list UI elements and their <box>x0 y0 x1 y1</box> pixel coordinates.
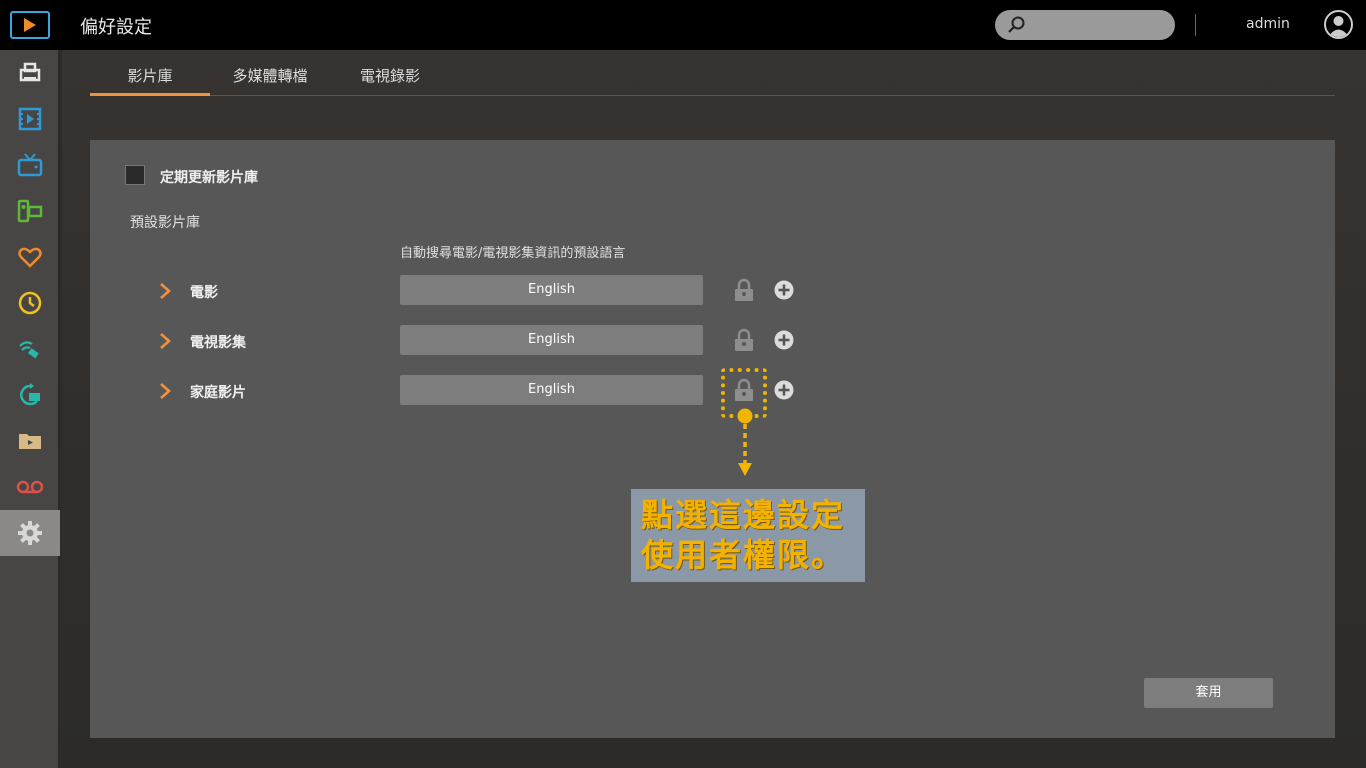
header-divider <box>1195 14 1196 36</box>
sidebar <box>0 50 60 768</box>
add-icon[interactable] <box>774 380 794 400</box>
auto-update-checkbox[interactable] <box>125 165 145 185</box>
default-library-heading: 預設影片庫 <box>130 215 200 231</box>
add-icon[interactable] <box>774 280 794 300</box>
sidebar-item-wireless[interactable] <box>0 326 60 372</box>
share-device-icon <box>19 62 41 82</box>
sidebar-item-folders[interactable] <box>0 418 60 464</box>
user-name[interactable]: admin <box>1246 16 1290 32</box>
chevron-right-icon[interactable] <box>158 282 172 300</box>
add-icon[interactable] <box>774 330 794 350</box>
app-logo-icon[interactable] <box>10 11 50 39</box>
gear-icon <box>18 521 42 545</box>
heart-icon <box>18 247 42 268</box>
lock-icon[interactable] <box>733 278 755 302</box>
language-select-tv-series[interactable]: English <box>400 325 703 355</box>
tab-transcode[interactable]: 多媒體轉檔 <box>210 50 330 96</box>
language-select-movies[interactable]: English <box>400 275 703 305</box>
sidebar-item-share[interactable] <box>0 50 60 96</box>
settings-panel <box>90 140 1335 738</box>
row-label-movies: 電影 <box>190 285 218 301</box>
film-icon <box>18 107 42 131</box>
chevron-right-icon[interactable] <box>158 382 172 400</box>
clock-icon <box>18 291 42 315</box>
page-title: 偏好設定 <box>80 17 152 38</box>
search-input[interactable] <box>1030 13 1165 37</box>
auto-update-label: 定期更新影片庫 <box>160 170 258 186</box>
sidebar-item-home-video[interactable] <box>0 188 60 234</box>
sidebar-item-videos[interactable] <box>0 96 60 142</box>
annotation-callout: 點選這邊設定 使用者權限。 <box>631 489 865 582</box>
sidebar-item-transcode[interactable] <box>0 372 60 418</box>
tab-bar: 影片庫 多媒體轉檔 電視錄影 <box>90 50 1335 96</box>
annotation-arrow <box>737 408 753 476</box>
row-label-tv-series: 電視影集 <box>190 335 246 351</box>
top-bar: 偏好設定 admin <box>0 0 1366 50</box>
language-column-header: 自動搜尋電影/電視影集資訊的預設語言 <box>400 246 626 261</box>
folder-video-icon <box>19 434 41 449</box>
callout-line-1: 點選這邊設定 <box>641 496 846 534</box>
lock-icon[interactable] <box>733 328 755 352</box>
chevron-right-icon[interactable] <box>158 332 172 350</box>
camcorder-icon <box>17 199 43 223</box>
apply-button[interactable]: 套用 <box>1144 678 1273 708</box>
tv-icon <box>17 153 43 177</box>
callout-line-2: 使用者權限。 <box>641 536 846 574</box>
sidebar-item-recordings[interactable] <box>0 464 60 510</box>
sidebar-item-settings[interactable] <box>0 510 60 556</box>
sidebar-item-favorites[interactable] <box>0 234 60 280</box>
sidebar-item-recent[interactable] <box>0 280 60 326</box>
wireless-transfer-icon <box>19 341 39 359</box>
tab-tv-recording[interactable]: 電視錄影 <box>330 50 450 96</box>
avatar-icon[interactable] <box>1324 10 1353 39</box>
search-icon <box>1008 16 1025 33</box>
sidebar-item-tv[interactable] <box>0 142 60 188</box>
transcode-icon <box>20 383 40 406</box>
language-select-home-videos[interactable]: English <box>400 375 703 405</box>
row-label-home-videos: 家庭影片 <box>190 385 246 401</box>
tab-video-library[interactable]: 影片庫 <box>90 50 210 96</box>
voicemail-record-icon <box>16 480 44 494</box>
